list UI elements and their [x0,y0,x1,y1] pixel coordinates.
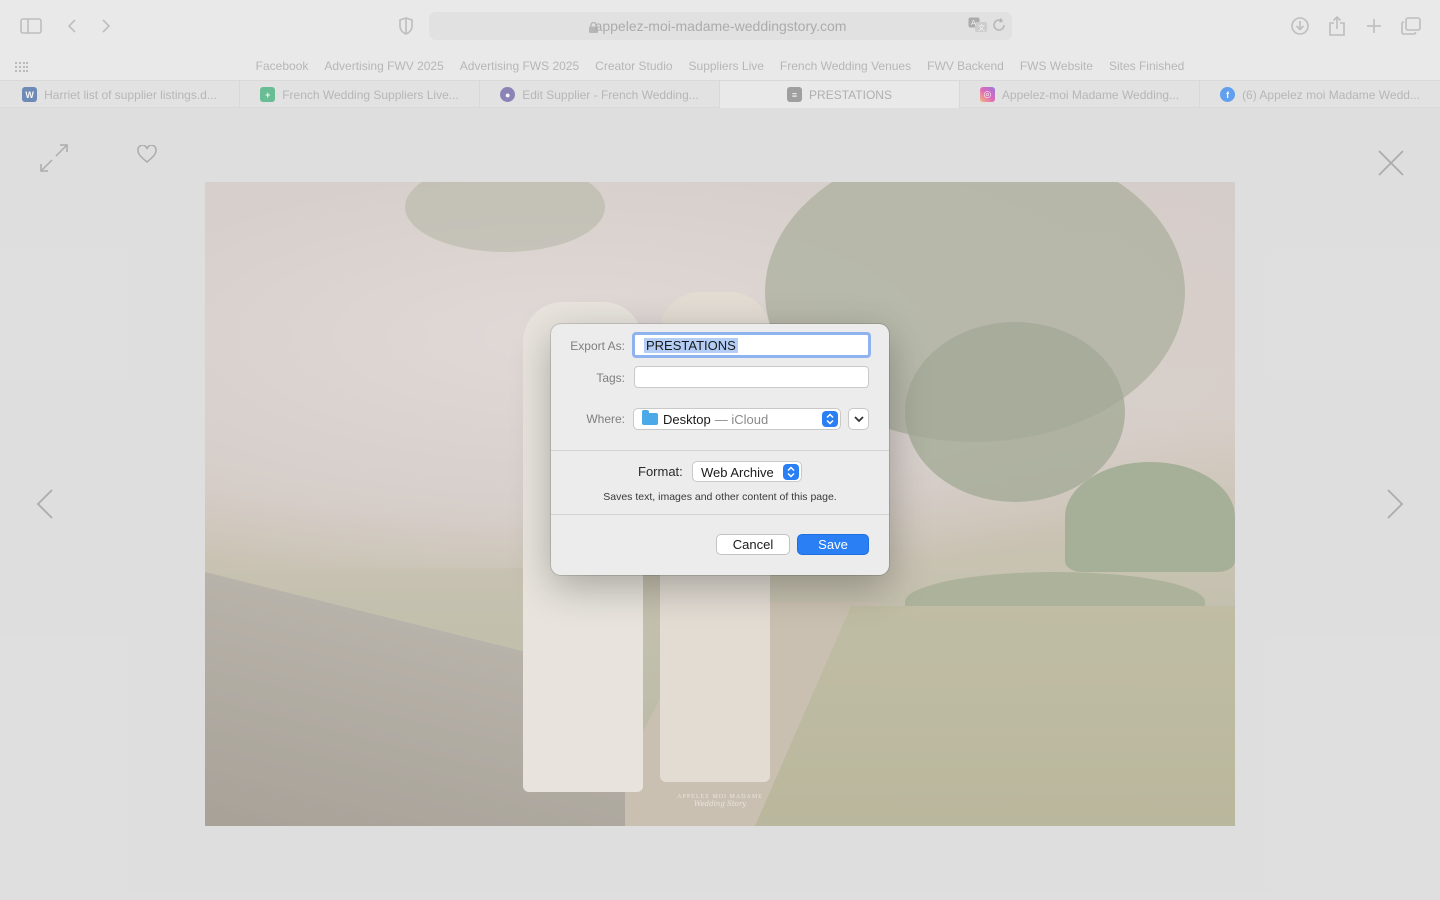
photo-tree [905,322,1125,502]
tags-input[interactable] [634,366,869,388]
format-popup[interactable]: Web Archive [692,461,802,482]
forward-button[interactable] [93,13,119,39]
photo-hedge [1065,462,1235,572]
tab-overview-button[interactable] [1398,13,1424,39]
facebook-icon: f [1220,87,1236,102]
bookmarks-bar: Facebook Advertising FWV 2025 Advertisin… [0,52,1440,80]
tab-overview-icon [1401,17,1421,35]
page-icon: ≡ [787,87,803,102]
plus-icon [1367,19,1381,33]
back-button[interactable] [59,13,85,39]
dialog-divider [551,514,889,515]
url-text: appelez-moi-madame-weddingstory.com [594,18,847,34]
folder-icon [642,410,658,425]
tab-facebook[interactable]: f (6) Appelez moi Madame Wedd... [1200,81,1440,108]
format-value: Web Archive [701,465,774,480]
export-as-row: PRESTATIONS [551,332,889,358]
where-value: Desktop [663,411,711,427]
instagram-icon: ◎ [979,87,995,102]
where-label: Where: [586,412,625,426]
tags-label: Tags: [596,371,625,385]
share-button[interactable] [1324,13,1350,39]
tab-instagram[interactable]: ◎ Appelez-moi Madame Wedding... [960,81,1200,108]
popup-stepper-icon [822,411,838,427]
sidebar-icon [20,18,42,34]
expand-dialog-button[interactable] [848,408,869,430]
export-as-value: PRESTATIONS [644,338,738,353]
photo-watermark: APPELEZ MOI MADAME Wedding Story [675,794,765,808]
bookmark-advertising-fwv-2025[interactable]: Advertising FWV 2025 [316,59,451,73]
tab-edit-supplier[interactable]: ● Edit Supplier - French Wedding... [480,81,720,108]
previous-image-icon[interactable] [36,488,54,525]
sheets-icon: + [260,87,276,102]
fullscreen-icon[interactable] [40,144,68,177]
tab-prestations[interactable]: ≡ PRESTATIONS [720,81,960,108]
chevron-down-icon [853,415,864,422]
format-description: Saves text, images and other content of … [603,491,837,503]
cancel-button[interactable]: Cancel [716,534,790,555]
bookmark-creator-studio[interactable]: Creator Studio [587,59,680,73]
shield-icon [399,17,413,35]
export-dialog: Export As: PRESTATIONS Tags: Where: Desk… [551,324,889,575]
tab-label: (6) Appelez moi Madame Wedd... [1242,87,1420,102]
chevron-left-icon [67,19,76,33]
chevron-right-icon [102,19,111,33]
watermark-line2: Wedding Story [693,800,747,808]
downloads-button[interactable] [1287,13,1313,39]
bookmark-suppliers-live[interactable]: Suppliers Live [681,59,772,73]
export-as-input[interactable]: PRESTATIONS [632,332,871,358]
browser-toolbar: appelez-moi-madame-weddingstory.com A文 [0,0,1440,52]
translate-icon[interactable]: A文 [968,17,988,38]
tab-french-wedding-suppliers[interactable]: + French Wedding Suppliers Live... [240,81,480,108]
save-button[interactable]: Save [797,534,869,555]
address-bar[interactable]: appelez-moi-madame-weddingstory.com A文 [429,12,1012,40]
tab-label: French Wedding Suppliers Live... [282,87,459,102]
bookmark-list: Facebook Advertising FWV 2025 Advertisin… [0,59,1440,73]
svg-text:A: A [971,19,976,27]
heart-icon[interactable] [137,144,157,168]
word-icon: W [22,87,38,102]
tab-label: Edit Supplier - French Wedding... [522,87,699,102]
bookmark-french-wedding-venues[interactable]: French Wedding Venues [772,59,919,73]
tab-bar: W Harriet list of supplier listings.d...… [0,80,1440,108]
bookmark-fws-website[interactable]: FWS Website [1012,59,1101,73]
bookmark-facebook[interactable]: Facebook [248,59,317,73]
tab-label: Harriet list of supplier listings.d... [44,87,217,102]
tab-label: PRESTATIONS [809,87,892,102]
svg-text:文: 文 [978,23,985,32]
bookmark-sites-finished[interactable]: Sites Finished [1101,59,1192,73]
reload-icon[interactable] [992,18,1006,37]
site-icon: ● [500,87,516,102]
download-icon [1291,17,1309,35]
where-location: — iCloud [714,411,769,427]
bookmark-fwv-backend[interactable]: FWV Backend [919,59,1012,73]
tab-harriet-list[interactable]: W Harriet list of supplier listings.d... [0,81,240,108]
next-image-icon[interactable] [1386,488,1404,525]
share-icon [1329,16,1345,36]
privacy-report-button[interactable] [393,13,419,39]
popup-stepper-icon [783,464,799,480]
format-label: Format: [638,464,683,479]
dialog-divider [551,450,889,451]
tab-label: Appelez-moi Madame Wedding... [1001,87,1180,102]
bookmark-advertising-fws-2025[interactable]: Advertising FWS 2025 [452,59,587,73]
sidebar-toggle-button[interactable] [18,13,44,39]
where-popup[interactable]: Desktop — iCloud [633,408,841,430]
new-tab-button[interactable] [1361,13,1387,39]
close-icon[interactable] [1378,150,1404,181]
